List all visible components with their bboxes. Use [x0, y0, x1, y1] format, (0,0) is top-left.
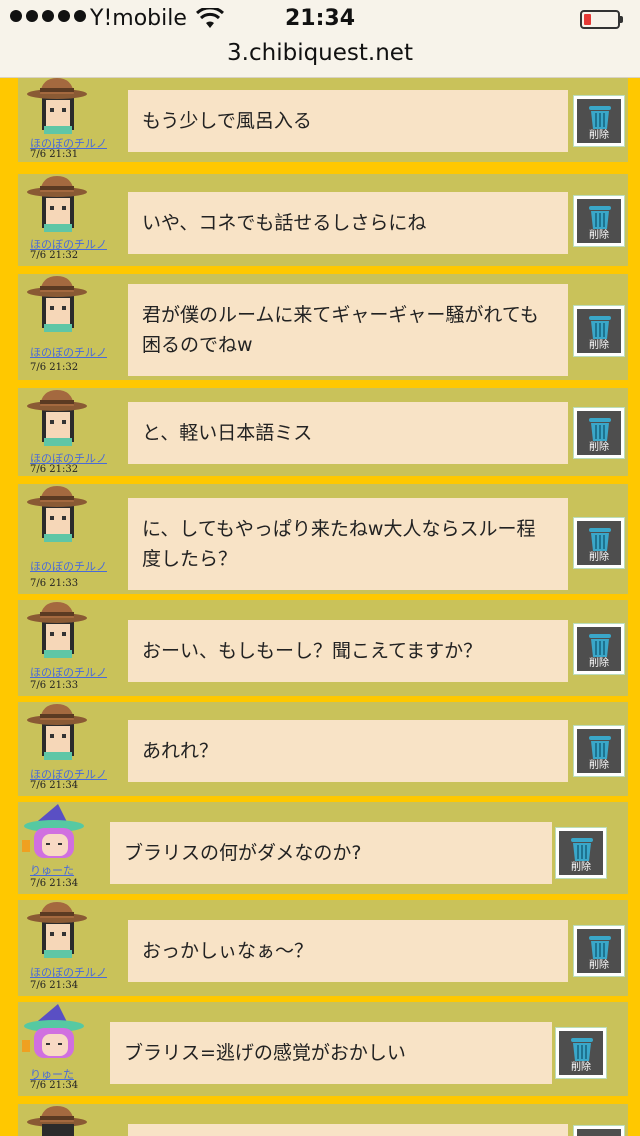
- username-link[interactable]: ほのぼのチルノ: [30, 558, 107, 574]
- message-timestamp: 7/6 21:34: [30, 980, 79, 991]
- cowboy-hat-avatar-icon: [27, 902, 87, 958]
- cowboy-hat-avatar-icon: [27, 704, 87, 760]
- message-text: と、軽い日本語ミス: [128, 402, 568, 464]
- username-link[interactable]: ほのぼのチルノ: [30, 344, 107, 360]
- battery-icon: [580, 10, 623, 29]
- cowboy-hat-avatar-icon: [27, 602, 87, 658]
- witch-hat-avatar-icon: [22, 1004, 84, 1058]
- cowboy-hat-avatar-icon: [27, 486, 87, 542]
- username-link[interactable]: ほのぼのチルノ: [30, 964, 107, 980]
- cowboy-hat-avatar-icon: [27, 1106, 87, 1136]
- message-text: ブラリス=逃げの感覚がおかしい: [110, 1022, 552, 1084]
- message-timestamp: 7/6 21:34: [30, 878, 79, 889]
- cowboy-hat-avatar-icon: [27, 276, 87, 332]
- delete-button[interactable]: 削除: [556, 1028, 606, 1078]
- chat-message: ほのぼのチルノ 7/6 21:32 君が僕のルームに来てギャーギャー騒がれても困…: [18, 274, 628, 380]
- username-link[interactable]: りゅーた: [30, 862, 74, 878]
- message-text: もう少しで風呂入る: [128, 90, 568, 152]
- message-text: おーい、もしもーし？聞こえてますか？: [128, 620, 568, 682]
- chat-message: ほのぼのチルノ 7/6 21:32 いや、コネでも話せるしさらにね 削除: [18, 174, 628, 266]
- message-text: ブラリスの何がダメなのか?: [110, 822, 552, 884]
- username-link[interactable]: ほのぼのチルノ: [30, 664, 107, 680]
- chat-message: ほのぼのチルノ 7/6 21:33 おーい、もしもーし？聞こえてますか？ 削除: [18, 600, 628, 696]
- chat-message: ほのぼのチルノ 7/6 21:34 あれれ？ 削除: [18, 702, 628, 796]
- message-text: いや、コネでも話せるしさらにね: [128, 192, 568, 254]
- cowboy-hat-avatar-icon: [27, 176, 87, 232]
- delete-button[interactable]: 削除: [574, 408, 624, 458]
- message-timestamp: 7/6 21:32: [30, 362, 79, 373]
- message-timestamp: 7/6 21:33: [30, 680, 79, 691]
- message-timestamp: 7/6 21:31: [30, 149, 79, 160]
- witch-hat-avatar-icon: [22, 804, 84, 858]
- chat-message: ほのぼのチルノ 7/6 21:34 おっかしぃなぁ～？ 削除: [18, 900, 628, 996]
- message-timestamp: 7/6 21:32: [30, 464, 79, 475]
- cowboy-hat-avatar-icon: [27, 390, 87, 446]
- chat-message: [18, 1104, 628, 1136]
- status-bar: Y!mobile 21:34: [0, 4, 640, 36]
- message-text: に、してもやっぱり来たねw大人ならスルー程度したら？: [128, 498, 568, 590]
- chat-feed[interactable]: ほのぼのチルノ 7/6 21:31 もう少しで風呂入る 削除 ほのぼのチルノ 7…: [0, 78, 640, 1136]
- chat-message: ほのぼのチルノ 7/6 21:33 に、してもやっぱり来たねw大人ならスルー程度…: [18, 484, 628, 594]
- delete-button[interactable]: 削除: [574, 306, 624, 356]
- message-text: 君が僕のルームに来てギャーギャー騒がれても困るのでねw: [128, 284, 568, 376]
- delete-button[interactable]: 削除: [556, 828, 606, 878]
- message-timestamp: 7/6 21:34: [30, 780, 79, 791]
- message-text: おっかしぃなぁ～？: [128, 920, 568, 982]
- message-bubble: [128, 1124, 568, 1136]
- chat-message: りゅーた 7/6 21:34 ブラリス=逃げの感覚がおかしい 削除: [18, 1002, 628, 1096]
- delete-button[interactable]: 削除: [574, 726, 624, 776]
- delete-button[interactable]: 削除: [574, 96, 624, 146]
- url-bar[interactable]: 3.chibiquest.net: [0, 40, 640, 66]
- message-timestamp: 7/6 21:32: [30, 250, 79, 261]
- chat-message: りゅーた 7/6 21:34 ブラリスの何がダメなのか? 削除: [18, 802, 628, 894]
- delete-button[interactable]: 削除: [574, 926, 624, 976]
- browser-top-bar: Y!mobile 21:34 3.chibiquest.net: [0, 0, 640, 78]
- cowboy-hat-avatar-icon: [27, 78, 87, 134]
- message-timestamp: 7/6 21:33: [30, 578, 79, 589]
- delete-button[interactable]: 削除: [574, 624, 624, 674]
- delete-button[interactable]: 削除: [574, 196, 624, 246]
- message-text: あれれ？: [128, 720, 568, 782]
- delete-button[interactable]: 削除: [574, 518, 624, 568]
- message-timestamp: 7/6 21:34: [30, 1080, 79, 1091]
- delete-button[interactable]: [574, 1126, 624, 1136]
- chat-message: ほのぼのチルノ 7/6 21:32 と、軽い日本語ミス 削除: [18, 388, 628, 476]
- clock: 21:34: [284, 6, 356, 31]
- chat-message: ほのぼのチルノ 7/6 21:31 もう少しで風呂入る 削除: [18, 78, 628, 162]
